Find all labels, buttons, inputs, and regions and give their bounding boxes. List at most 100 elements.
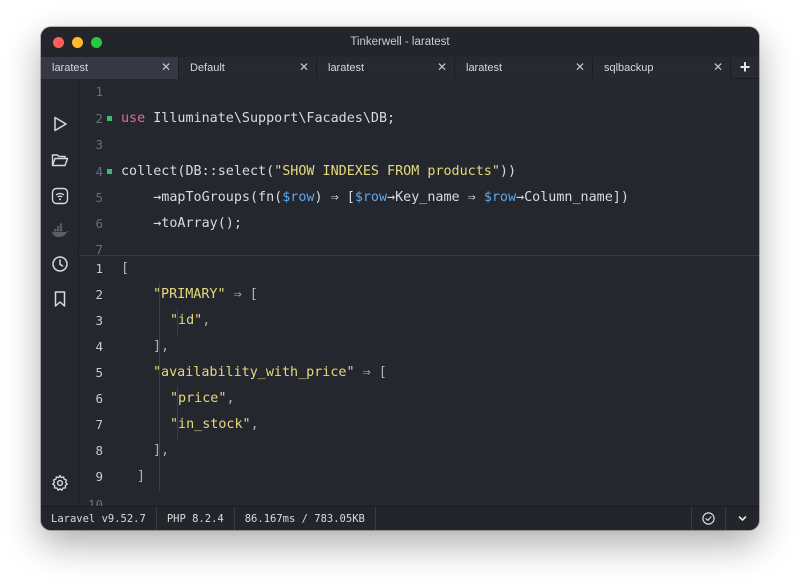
output-line: 7 "in_stock", bbox=[79, 412, 759, 438]
code-token: , bbox=[226, 391, 235, 406]
bookmark-icon[interactable] bbox=[51, 290, 69, 308]
editor-line: 1 bbox=[79, 79, 759, 105]
output-line: 3 "id", bbox=[79, 308, 759, 334]
line-number: 5 bbox=[95, 365, 103, 380]
maximize-window-button[interactable] bbox=[91, 37, 102, 48]
tab-laratest-2[interactable]: laratest ✕ bbox=[317, 57, 455, 79]
check-circle-icon[interactable] bbox=[691, 507, 725, 530]
editor-line: 7 bbox=[79, 237, 759, 254]
editor-line: 5 →mapToGroups(fn($row) ⇒ [$row→Key_name… bbox=[79, 185, 759, 211]
laravel-version[interactable]: Laravel v9.52.7 bbox=[41, 507, 157, 530]
execution-metrics: 86.167ms / 783.05KB bbox=[235, 507, 376, 530]
code-text: [ bbox=[121, 261, 130, 276]
code-text: "in_stock", bbox=[170, 412, 259, 438]
code-variable: $row bbox=[354, 190, 388, 205]
code-token: collect(DB::select( bbox=[121, 164, 275, 179]
close-window-button[interactable] bbox=[53, 37, 64, 48]
title-bar: Tinkerwell - laratest bbox=[41, 27, 759, 57]
tab-label: laratest bbox=[466, 62, 503, 74]
line-number: 4 bbox=[95, 164, 103, 179]
code-text: use Illuminate\Support\Facades\DB; bbox=[121, 106, 395, 132]
changed-line-marker bbox=[107, 169, 112, 174]
tab-laratest-1[interactable]: laratest ✕ bbox=[41, 57, 179, 79]
php-version[interactable]: PHP 8.2.4 bbox=[157, 507, 235, 530]
line-number: 4 bbox=[95, 339, 103, 354]
code-editor[interactable]: 1 2 use Illuminate\Support\Facades\DB; 3… bbox=[79, 79, 759, 254]
code-variable: $row bbox=[483, 190, 517, 205]
line-number: 2 bbox=[95, 287, 103, 302]
code-token: )) bbox=[499, 164, 517, 179]
code-string: "in_stock" bbox=[170, 417, 251, 432]
code-string: "availability_with_price" bbox=[153, 365, 355, 380]
code-token: ) ⇒ [ bbox=[314, 190, 355, 205]
docker-icon[interactable] bbox=[51, 222, 69, 240]
output-line: 9 ] bbox=[79, 464, 759, 490]
output-line: 6 "price", bbox=[79, 386, 759, 412]
code-text: "availability_with_price" ⇒ [ bbox=[153, 360, 387, 386]
line-number: 3 bbox=[95, 137, 103, 152]
line-number: 6 bbox=[95, 391, 103, 406]
code-token: ⇒ [ bbox=[225, 287, 258, 302]
line-number: 3 bbox=[95, 313, 103, 328]
line-number: 10 bbox=[87, 497, 103, 506]
code-token: , bbox=[250, 417, 259, 432]
tab-label: laratest bbox=[328, 62, 365, 74]
history-icon[interactable] bbox=[51, 255, 69, 273]
line-number: 6 bbox=[95, 216, 103, 231]
line-number: 7 bbox=[95, 417, 103, 432]
chevron-down-icon[interactable] bbox=[725, 507, 759, 530]
tab-default[interactable]: Default ✕ bbox=[179, 57, 317, 79]
output-line: 4 ], bbox=[79, 334, 759, 360]
output-panel[interactable]: 1 [ 2 "PRIMARY" ⇒ [ 3 "id", 4 ], 5 "avai… bbox=[79, 255, 759, 506]
code-token: →mapToGroups(fn( bbox=[121, 190, 283, 205]
tab-label: Default bbox=[190, 62, 225, 74]
code-string: "SHOW INDEXES FROM products" bbox=[274, 164, 500, 179]
tab-laratest-3[interactable]: laratest ✕ bbox=[455, 57, 593, 79]
run-icon[interactable] bbox=[51, 115, 69, 133]
line-number: 1 bbox=[95, 84, 103, 99]
output-line: 10 bbox=[79, 492, 759, 506]
output-line: 1 [ bbox=[79, 256, 759, 282]
line-number: 9 bbox=[95, 469, 103, 484]
folder-open-icon[interactable] bbox=[51, 151, 69, 169]
tab-close-icon[interactable]: ✕ bbox=[437, 61, 447, 74]
tab-close-icon[interactable]: ✕ bbox=[713, 61, 723, 74]
tab-close-icon[interactable]: ✕ bbox=[161, 61, 171, 74]
code-keyword: use bbox=[121, 111, 146, 126]
line-number: 1 bbox=[95, 261, 103, 276]
code-string: "price" bbox=[170, 391, 227, 406]
tab-sqlbackup[interactable]: sqlbackup ✕ bbox=[593, 57, 731, 79]
new-tab-button[interactable]: + bbox=[731, 57, 759, 78]
status-bar: Laravel v9.52.7 PHP 8.2.4 86.167ms / 783… bbox=[41, 506, 759, 530]
code-token: ⇒ [ bbox=[354, 365, 387, 380]
code-text: →mapToGroups(fn($row) ⇒ [$row→Key_name ⇒… bbox=[121, 185, 629, 211]
code-text: "price", bbox=[170, 386, 235, 412]
code-token: , bbox=[202, 313, 211, 328]
output-line: 2 "PRIMARY" ⇒ [ bbox=[79, 282, 759, 308]
line-number: 8 bbox=[95, 443, 103, 458]
code-text: "PRIMARY" ⇒ [ bbox=[153, 282, 258, 308]
code-string: "PRIMARY" bbox=[153, 287, 226, 302]
output-line: 5 "availability_with_price" ⇒ [ bbox=[79, 360, 759, 386]
tab-label: sqlbackup bbox=[604, 62, 654, 74]
line-number: 7 bbox=[95, 242, 103, 254]
code-text: "id", bbox=[170, 308, 210, 334]
code-string: "id" bbox=[170, 313, 203, 328]
tab-close-icon[interactable]: ✕ bbox=[299, 61, 309, 74]
code-text: ], bbox=[153, 443, 170, 458]
line-number: 5 bbox=[95, 190, 103, 205]
line-number: 2 bbox=[95, 111, 103, 126]
ssh-connection-icon[interactable] bbox=[51, 187, 69, 205]
code-text: collect(DB::select("SHOW INDEXES FROM pr… bbox=[121, 159, 516, 185]
code-token: →Column_name]) bbox=[516, 190, 629, 205]
output-line: 8 ], bbox=[79, 438, 759, 464]
editor-line: 4 collect(DB::select("SHOW INDEXES FROM … bbox=[79, 159, 759, 185]
settings-icon[interactable] bbox=[51, 474, 69, 492]
minimize-window-button[interactable] bbox=[72, 37, 83, 48]
code-text: ] bbox=[137, 469, 146, 484]
tab-close-icon[interactable]: ✕ bbox=[575, 61, 585, 74]
code-token: Illuminate\Support\Facades\DB; bbox=[145, 111, 396, 126]
code-text: →toArray(); bbox=[121, 216, 242, 231]
window-controls bbox=[53, 37, 102, 48]
changed-line-marker bbox=[107, 116, 112, 121]
